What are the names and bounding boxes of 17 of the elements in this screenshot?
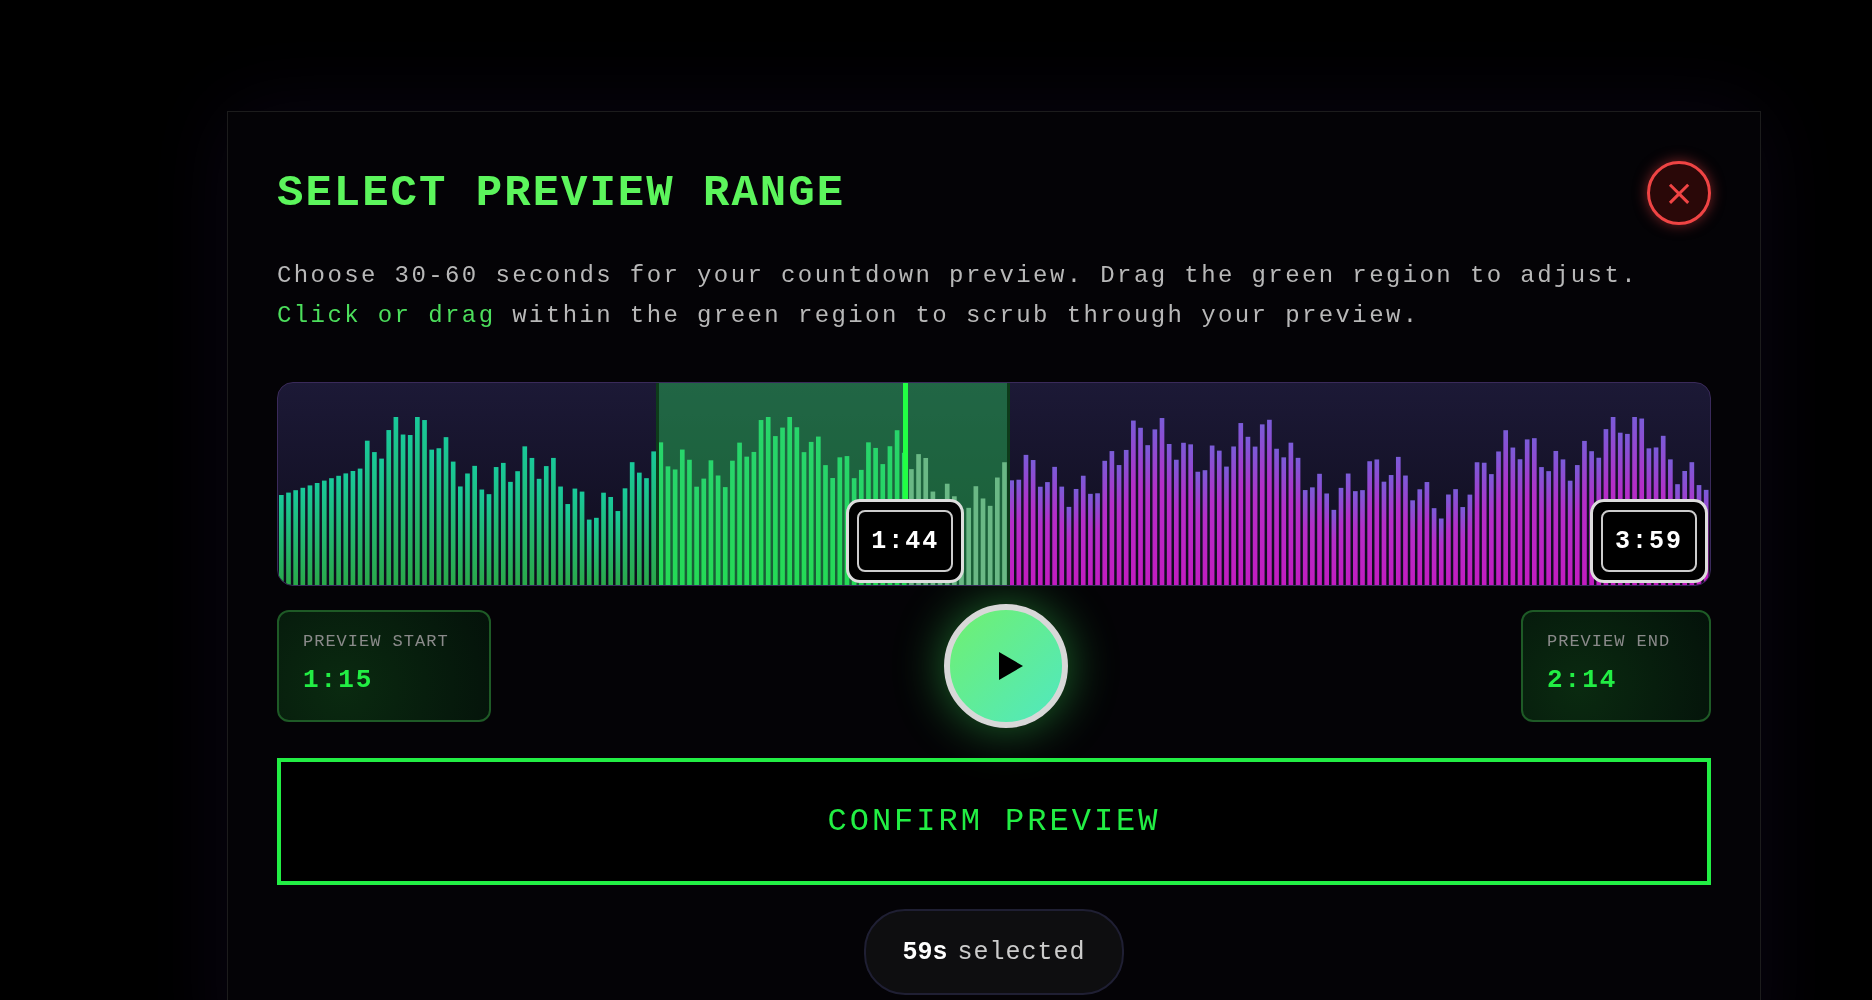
playhead[interactable]: [903, 383, 909, 501]
confirm-button[interactable]: CONFIRM PREVIEW: [277, 758, 1711, 885]
selection-end-handle[interactable]: [1007, 383, 1011, 585]
description-text: Choose 30-60 seconds for your countdown preview. Drag the green region to adjust.: [277, 261, 1639, 291]
description-text: Click or drag within the green region to scrub through your preview.: [277, 301, 1421, 331]
dialog-title: SELECT PREVIEW RANGE: [277, 168, 846, 218]
card-time: 1:15: [303, 665, 375, 695]
summary-label: selected: [957, 937, 1086, 967]
summary-amount: 59s: [902, 937, 948, 967]
card-time: 2:14: [1547, 665, 1619, 695]
selection-start-handle[interactable]: [656, 383, 660, 585]
waveform-track[interactable]: 1:44 3:59: [277, 382, 1711, 586]
card-label: PREVIEW START: [303, 632, 450, 651]
time-badge: 3:59: [1590, 499, 1708, 583]
close-button[interactable]: ×: [1647, 161, 1711, 225]
time-badge: 1:44: [846, 499, 965, 583]
card-label: PREVIEW END: [1547, 632, 1672, 651]
